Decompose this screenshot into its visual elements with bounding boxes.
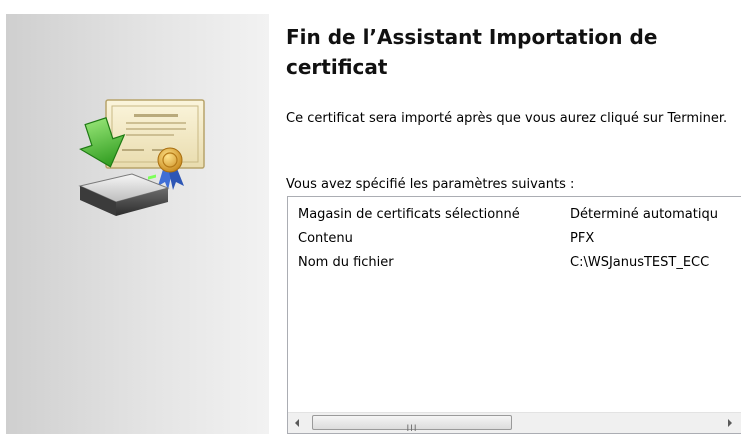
settings-list-label: Vous avez spécifié les paramètres suivan… [286,177,575,192]
wizard-side-panel [6,14,269,434]
setting-value: PFX [570,231,595,246]
scroll-left-button[interactable] [288,413,308,433]
setting-key: Contenu [298,231,353,246]
completion-description: Ce certificat sera importé après que vou… [286,111,728,126]
settings-list[interactable]: Magasin de certificats sélectionné Déter… [287,196,741,434]
wizard-content: Fin de l’Assistant Importation de certif… [286,0,741,434]
list-item[interactable]: Nom du fichier C:\WSJanusTEST_ECC [298,253,741,277]
scrollbar-grip: III [406,424,418,434]
horizontal-scrollbar[interactable]: III [288,412,741,433]
setting-value: Déterminé automatiqu [570,207,718,222]
list-item[interactable]: Magasin de certificats sélectionné Déter… [298,205,741,229]
setting-key: Magasin de certificats sélectionné [298,207,520,222]
setting-key: Nom du fichier [298,255,394,270]
page-title: Fin de l’Assistant Importation de certif… [286,25,658,79]
settings-rows: Magasin de certificats sélectionné Déter… [298,205,741,277]
scroll-right-button[interactable] [720,413,740,433]
scrollbar-thumb[interactable]: III [312,415,512,434]
list-item[interactable]: Contenu PFX [298,229,741,253]
certificate-import-icon [78,99,205,216]
setting-value: C:\WSJanusTEST_ECC [570,255,710,270]
